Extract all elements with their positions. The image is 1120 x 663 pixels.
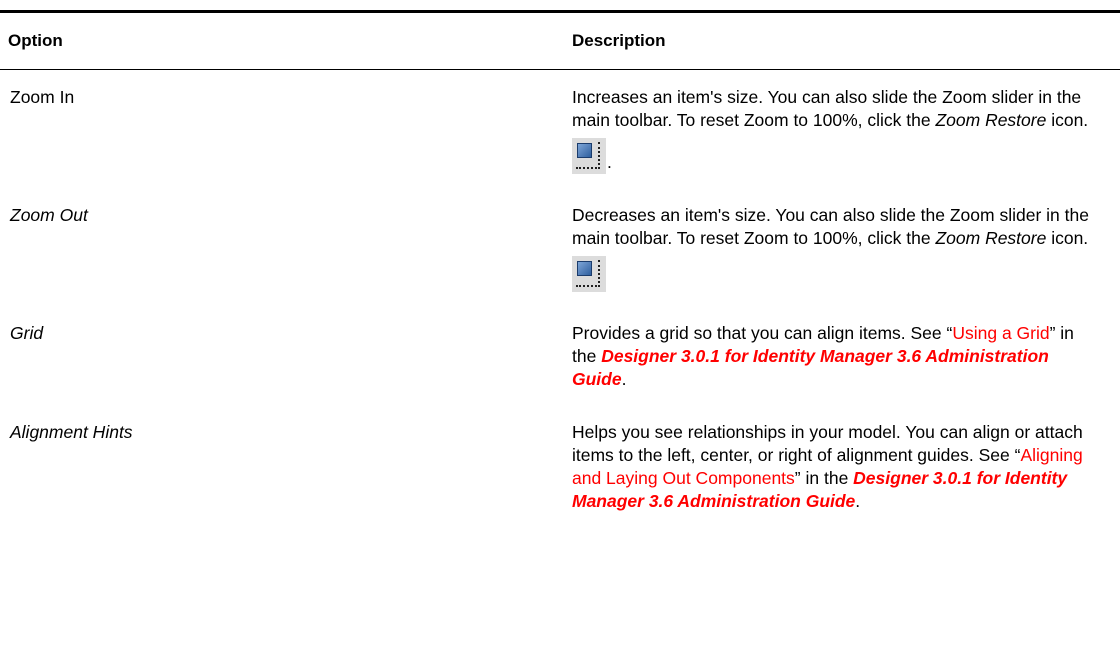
description-text: . xyxy=(621,369,627,389)
table-header: Option Description xyxy=(0,11,1120,70)
zoom-restore-term: Zoom Restore xyxy=(935,228,1047,248)
zoom-restore-term: Zoom Restore xyxy=(935,110,1047,130)
option-name: Zoom Out xyxy=(10,205,88,225)
option-column-header: Option xyxy=(8,31,63,50)
option-description: Increases an item's size. You can also s… xyxy=(568,70,1120,189)
icon-row xyxy=(572,254,1090,292)
table-row: Zoom In Increases an item's size. You ca… xyxy=(0,70,1120,189)
description-column-header: Description xyxy=(572,31,666,50)
header-row: Option Description xyxy=(0,11,1120,70)
options-table: Option Description Zoom In Increases an … xyxy=(0,10,1120,513)
description-text: . xyxy=(855,491,861,511)
option-description: Decreases an item's size. You can also s… xyxy=(568,188,1120,306)
zoom-restore-icon xyxy=(572,138,606,174)
description-text: icon. xyxy=(1046,228,1089,248)
admin-guide-link[interactable]: Designer 3.0.1 for Identity Manager 3.6 … xyxy=(572,346,1049,389)
option-description: Provides a grid so that you can align it… xyxy=(568,306,1120,405)
icon-trailing-period: . xyxy=(607,152,612,172)
option-name: Zoom In xyxy=(10,87,75,107)
table-row: Zoom Out Decreases an item's size. You c… xyxy=(0,188,1120,306)
option-name: Grid xyxy=(10,323,44,343)
zoom-restore-icon xyxy=(572,256,606,292)
description-text: Provides a grid so that you can align it… xyxy=(572,323,953,343)
table-row: Grid Provides a grid so that you can ali… xyxy=(0,306,1120,405)
option-description: Helps you see relationships in your mode… xyxy=(568,405,1120,513)
option-name: Alignment Hints xyxy=(10,422,133,442)
icon-row: . xyxy=(572,136,1090,174)
description-text: ” in the xyxy=(794,468,854,488)
using-a-grid-link[interactable]: Using a Grid xyxy=(952,323,1049,343)
description-text: icon. xyxy=(1046,110,1089,130)
table-row: Alignment Hints Helps you see relationsh… xyxy=(0,405,1120,513)
description-text: Helps you see relationships in your mode… xyxy=(572,422,1083,465)
